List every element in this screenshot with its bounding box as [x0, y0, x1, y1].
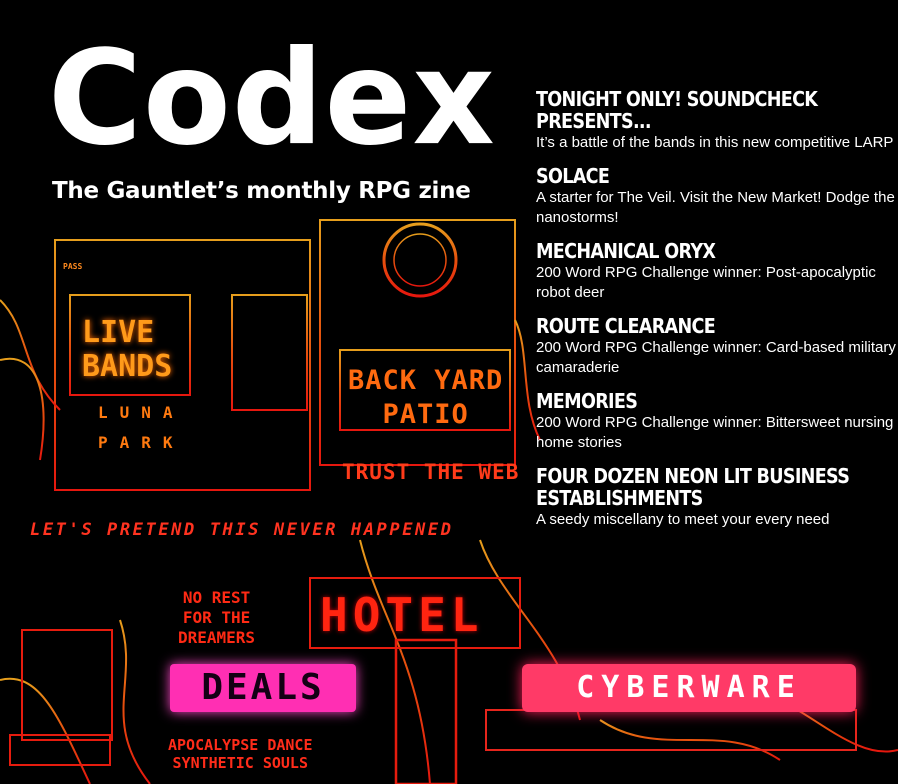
cover-line-description: A starter for The Veil. Visit the New Ma… — [536, 189, 895, 226]
cover-line-headline: FOUR DOZEN NEON LIT BUSINESS ESTABLISHME… — [536, 464, 850, 510]
luna-park-sign: LUNA PARK — [98, 403, 185, 452]
cover-line-headline: TONIGHT ONLY! SOUNDCHECK PRESENTS... — [536, 87, 818, 133]
masthead: Codex The Gauntlet’s monthly RPG zine — [48, 22, 518, 204]
magazine-subtitle: The Gauntlet’s monthly RPG zine — [52, 178, 471, 204]
cover-line-item: MECHANICAL ORYX 200 Word RPG Challenge w… — [536, 240, 896, 303]
cover-line-item: SOLACE A starter for The Veil. Visit the… — [536, 165, 896, 228]
cover-line-headline: SOLACE — [536, 164, 610, 188]
pass-sign: PASS — [63, 262, 83, 271]
cover-line-description: A seedy miscellany to meet your every ne… — [536, 511, 830, 528]
pretend-sign: LET'S PRETEND THIS NEVER HAPPENED — [30, 520, 454, 540]
cover-line-item: MEMORIES 200 Word RPG Challenge winner: … — [536, 390, 896, 453]
cover-line-item: ROUTE CLEARANCE 200 Word RPG Challenge w… — [536, 315, 896, 378]
live-bands-sign: LIVE BANDS — [82, 315, 173, 384]
cover-line-item: TONIGHT ONLY! SOUNDCHECK PRESENTS... It’… — [536, 88, 896, 153]
apocalypse-sign: APOCALYPSE DANCE SYNTHETIC SOULS — [168, 736, 313, 772]
cover-line-description: 200 Word RPG Challenge winner: Post-apoc… — [536, 264, 876, 301]
cover-line-headline: ROUTE CLEARANCE — [536, 314, 716, 338]
magazine-title: Codex — [48, 22, 496, 175]
cyberware-sign: CYBERWARE — [522, 664, 856, 712]
cover-line-description: 200 Word RPG Challenge winner: Card-base… — [536, 339, 896, 376]
magazine-cover: PASS LIVE BANDS LUNA PARK BACK YARD PATI… — [0, 0, 898, 784]
cover-line-item: FOUR DOZEN NEON LIT BUSINESS ESTABLISHME… — [536, 465, 896, 530]
cover-line-description: It’s a battle of the bands in this new c… — [536, 134, 894, 151]
back-yard-patio-sign: BACK YARD PATIO — [348, 365, 504, 430]
deals-sign: DEALS — [170, 664, 356, 712]
trust-the-web-sign: TRUST THE WEB — [342, 460, 520, 484]
no-rest-sign: NO REST FOR THE DREAMERS — [178, 588, 256, 647]
cover-line-headline: MECHANICAL ORYX — [536, 239, 716, 263]
cover-line-description: 200 Word RPG Challenge winner: Bitterswe… — [536, 414, 894, 451]
cover-line-headline: MEMORIES — [536, 389, 638, 413]
hotel-sign: HOTEL — [320, 588, 484, 642]
cover-lines: TONIGHT ONLY! SOUNDCHECK PRESENTS... It’… — [536, 88, 896, 542]
